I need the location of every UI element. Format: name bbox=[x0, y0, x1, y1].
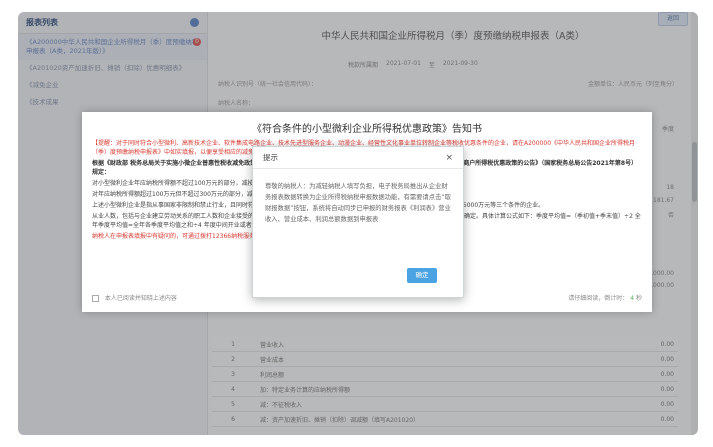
app-frame: 报表列表 《A200000中华人民共和国企业所得税月（季）度预缴纳税申报表（A类… bbox=[18, 12, 698, 435]
dialog-title: 提示 bbox=[263, 153, 278, 162]
countdown-value: 4 bbox=[630, 295, 635, 302]
dialog-header: 提示 × bbox=[253, 147, 463, 169]
checkbox-label: 本人已阅读并知晓上述内容 bbox=[104, 295, 177, 302]
checkbox-box[interactable] bbox=[92, 295, 99, 302]
countdown: 请仔细阅读，倒计时： 4 秒 bbox=[568, 295, 642, 302]
notice-title: 《符合条件的小型微利企业所得税优惠政策》告知书 bbox=[252, 124, 482, 135]
prompt-dialog: 提示 × 尊敬的纳税人：为减轻纳税人填写负担，电子税务局推出从企业财务报表数据转… bbox=[252, 146, 464, 298]
confirm-button[interactable]: 确定 bbox=[407, 268, 437, 283]
close-icon[interactable]: × bbox=[445, 153, 453, 163]
read-confirm-checkbox[interactable]: 本人已阅读并知晓上述内容 bbox=[92, 293, 177, 302]
dialog-message: 尊敬的纳税人：为减轻纳税人填写负担，电子税务局推出从企业财务报表数据转换为企业所… bbox=[265, 183, 451, 223]
